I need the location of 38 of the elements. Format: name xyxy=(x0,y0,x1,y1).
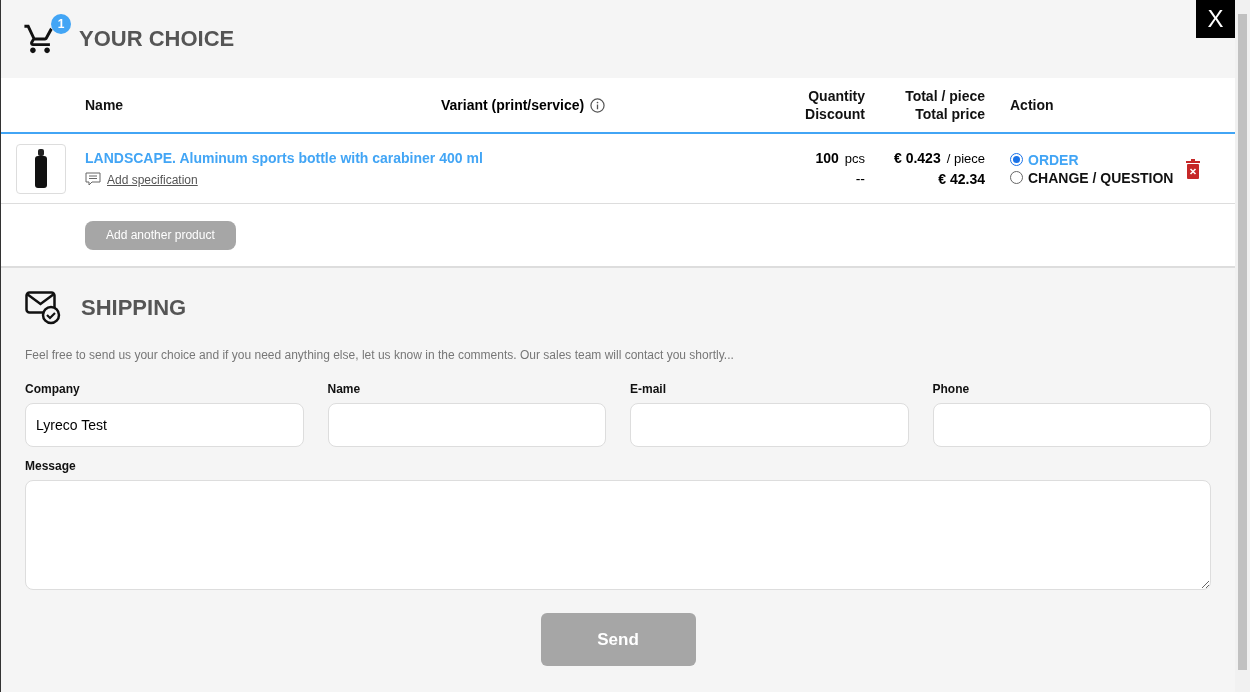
input-field[interactable] xyxy=(932,403,1211,447)
close-button[interactable]: X xyxy=(1196,0,1235,38)
add-specification-link[interactable]: Add specification xyxy=(107,172,198,187)
trash-icon xyxy=(1185,158,1201,179)
scrollbar-thumb[interactable] xyxy=(1238,14,1247,670)
quantity-value: 100 xyxy=(815,149,839,168)
column-header: Quantity xyxy=(808,87,865,105)
info-icon[interactable] xyxy=(590,97,606,113)
unit-label: / piece xyxy=(946,150,985,168)
intro-text: Feel free to send us your choice and if you need anything else, let us know in the comments. Our sales team will contact you shortly... xyxy=(25,348,735,362)
radio-button[interactable] xyxy=(1010,153,1023,166)
field-label: Message xyxy=(25,459,77,473)
input-field[interactable]: Lyreco Test xyxy=(25,403,304,447)
bottle-icon xyxy=(33,148,49,189)
comment-icon xyxy=(85,172,101,187)
column-header: Total / piece xyxy=(905,87,985,105)
field-label: Name xyxy=(327,382,362,396)
input-field[interactable] xyxy=(327,403,606,447)
column-header: Total price xyxy=(915,105,985,123)
column-header: Action xyxy=(1009,96,1054,114)
envelope-check-icon xyxy=(25,291,61,325)
column-header: Discount xyxy=(805,105,865,123)
column-header: Name xyxy=(85,96,124,114)
discount-value: -- xyxy=(855,170,865,189)
unit-label: pcs xyxy=(844,150,865,168)
field-label: E-mail xyxy=(630,382,667,396)
section-title: SHIPPING xyxy=(81,295,187,321)
input-field[interactable] xyxy=(630,403,909,447)
field-label: Phone xyxy=(932,382,971,396)
column-header: Variant (print/service) xyxy=(441,97,585,113)
radio-label[interactable]: CHANGE / QUESTION xyxy=(1028,169,1174,186)
field-label: Company xyxy=(25,382,81,396)
message-field[interactable] xyxy=(25,480,1211,590)
section-title: YOUR CHOICE xyxy=(79,26,235,52)
cart-count-badge: 1 xyxy=(51,14,71,34)
total-price: € 42.34 xyxy=(938,170,985,189)
radio-button[interactable] xyxy=(1010,171,1023,184)
piece-price: € 0.423 xyxy=(893,149,941,168)
